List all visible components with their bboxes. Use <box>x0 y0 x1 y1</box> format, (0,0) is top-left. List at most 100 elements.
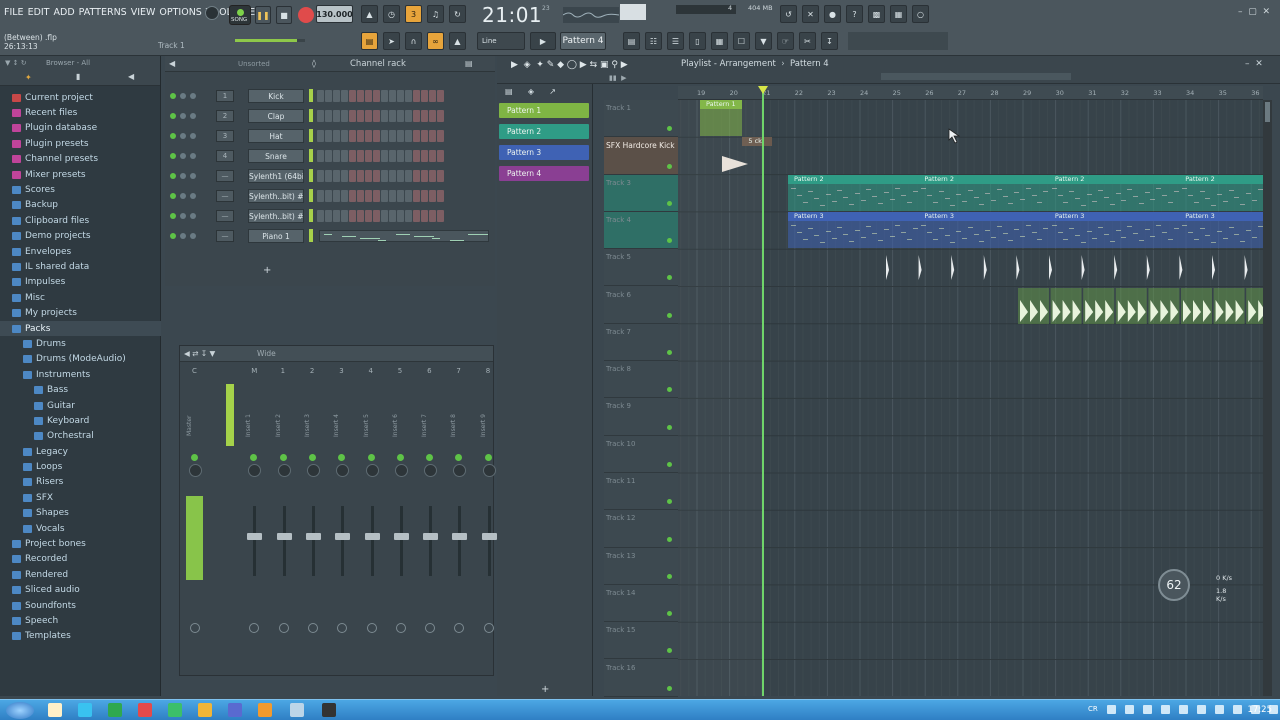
step-button[interactable] <box>365 209 372 222</box>
pattern-clip[interactable]: Pattern 3 <box>918 211 1049 248</box>
step-button[interactable] <box>317 209 324 222</box>
mixer-menu-icon[interactable]: ◀ ⇄ ↧ ▼ <box>184 349 215 358</box>
channel-mixer-target[interactable]: — <box>216 229 234 242</box>
mixer-pan-knob[interactable] <box>336 464 350 477</box>
step-button[interactable] <box>421 129 428 142</box>
mixer-route-icon[interactable] <box>366 623 377 633</box>
track-header[interactable]: Track 8 <box>604 361 678 399</box>
step-button[interactable] <box>405 89 412 102</box>
track-led[interactable] <box>667 573 672 579</box>
channel-mixer-target[interactable]: 3 <box>216 129 234 142</box>
step-button[interactable] <box>381 149 388 162</box>
snap-selector[interactable]: Line <box>477 32 525 50</box>
mixer-route-icon[interactable] <box>249 623 260 633</box>
step-button[interactable] <box>437 169 444 182</box>
mixer-fader-cap[interactable] <box>481 533 497 540</box>
channel-name-button[interactable]: Snare <box>248 148 304 163</box>
step-button[interactable] <box>333 189 340 202</box>
mixer-fader-cap[interactable] <box>276 533 292 540</box>
mixer-pan-knob[interactable] <box>189 464 202 477</box>
track-header[interactable]: Track 13 <box>604 548 678 585</box>
pattern-clip[interactable]: Pattern 3 <box>1179 211 1263 248</box>
track-led[interactable] <box>667 238 672 244</box>
link-icon[interactable]: ∞ <box>427 32 444 50</box>
mixer-route-icon[interactable] <box>337 623 348 633</box>
browser-item[interactable]: Drums (ModeAudio) <box>0 352 161 367</box>
step-button[interactable] <box>437 209 444 222</box>
pattern-item[interactable]: Pattern 2 <box>499 124 589 139</box>
pattern-clip[interactable]: Pattern 3 <box>788 211 919 248</box>
step-button[interactable] <box>317 129 324 142</box>
loop-record-icon[interactable]: ↻ <box>449 5 466 23</box>
step-button[interactable] <box>325 89 332 102</box>
step-button[interactable] <box>341 149 348 162</box>
mixer-mute-led[interactable] <box>455 454 463 461</box>
step-button[interactable] <box>365 129 372 142</box>
wait-input-icon[interactable]: ◷ <box>383 5 400 23</box>
step-button[interactable] <box>357 129 364 142</box>
step-button[interactable] <box>317 189 324 202</box>
step-button[interactable] <box>317 169 324 182</box>
pattern-picker-icon[interactable]: ▤ ◈ ↗ <box>505 87 556 96</box>
browser-snap-icon[interactable]: ✦ <box>25 73 32 82</box>
mixer-fader-cap[interactable] <box>393 533 409 540</box>
step-button[interactable] <box>365 89 372 102</box>
chrome-icon[interactable] <box>108 703 122 717</box>
step-sequencer[interactable] <box>317 169 444 182</box>
channel-select-led[interactable] <box>309 209 313 222</box>
step-button[interactable] <box>413 89 420 102</box>
pattern-clip[interactable]: Pattern 2 <box>788 174 919 211</box>
step-button[interactable] <box>373 169 380 182</box>
mixer-mute-led[interactable] <box>308 454 316 461</box>
step-button[interactable] <box>397 109 404 122</box>
browser-item[interactable]: Plugin database <box>0 121 161 136</box>
track-led[interactable] <box>667 350 672 356</box>
step-button[interactable] <box>381 129 388 142</box>
mixer-fader-cap[interactable] <box>247 533 263 540</box>
step-button[interactable] <box>373 149 380 162</box>
channel-mixer-target[interactable]: 1 <box>216 89 234 102</box>
track-led[interactable] <box>667 163 672 169</box>
browser-item[interactable]: Packs <box>0 320 161 337</box>
channel-mixer-target[interactable]: — <box>216 189 234 202</box>
step-button[interactable] <box>357 89 364 102</box>
track-header[interactable]: Track 15 <box>604 622 678 660</box>
track-header[interactable]: Track 3 <box>604 174 678 212</box>
step-button[interactable] <box>325 189 332 202</box>
mixer-pan-knob[interactable] <box>453 464 467 477</box>
playlist-grid[interactable]: Pattern 15 ck Pattern 2 Pattern 2 Pattern 2… <box>678 100 1263 696</box>
step-button[interactable] <box>429 189 436 202</box>
pattern-item[interactable]: Pattern 1 <box>499 103 589 118</box>
step-sequencer[interactable] <box>317 89 444 102</box>
playlist-scroll[interactable] <box>881 73 1071 80</box>
browser-item[interactable]: Scores <box>0 182 161 197</box>
blend-notes-icon[interactable]: ♫ <box>427 5 444 23</box>
channel-select-led[interactable] <box>309 129 313 142</box>
browser-item[interactable]: Legacy <box>0 444 161 459</box>
app-icon-5[interactable] <box>290 703 304 717</box>
menu-edit[interactable]: EDIT <box>28 7 50 18</box>
app-icon-3[interactable] <box>198 703 212 717</box>
playlist-window-icon[interactable]: ▤ <box>623 32 640 50</box>
mixer-route-icon[interactable] <box>454 623 465 633</box>
browser-item[interactable]: Risers <box>0 475 161 490</box>
step-button[interactable] <box>325 149 332 162</box>
pattern-clip[interactable]: Pattern 3 <box>1048 211 1180 248</box>
mixer-mute-led[interactable] <box>338 454 346 461</box>
rack-swing-icon[interactable]: ◊ <box>312 59 316 68</box>
pattern-arrow-icon[interactable]: ▶ <box>530 32 556 50</box>
channel-mute-icon[interactable] <box>170 152 210 159</box>
undo-icon[interactable]: ↺ <box>780 5 797 23</box>
browser-item[interactable]: Backup <box>0 198 161 213</box>
mixer-pan-knob[interactable] <box>394 464 408 477</box>
piano-roll-window-icon[interactable]: ☷ <box>645 32 662 50</box>
menu-options[interactable]: OPTIONS <box>159 7 201 18</box>
step-button[interactable] <box>373 109 380 122</box>
menu-add[interactable]: ADD <box>54 7 75 18</box>
tempo-display[interactable]: 130.000 <box>316 5 353 23</box>
step-button[interactable] <box>325 109 332 122</box>
channel-mute-icon[interactable] <box>170 112 210 119</box>
step-button[interactable] <box>405 209 412 222</box>
step-button[interactable] <box>405 149 412 162</box>
mixer-route-icon[interactable] <box>425 623 436 633</box>
